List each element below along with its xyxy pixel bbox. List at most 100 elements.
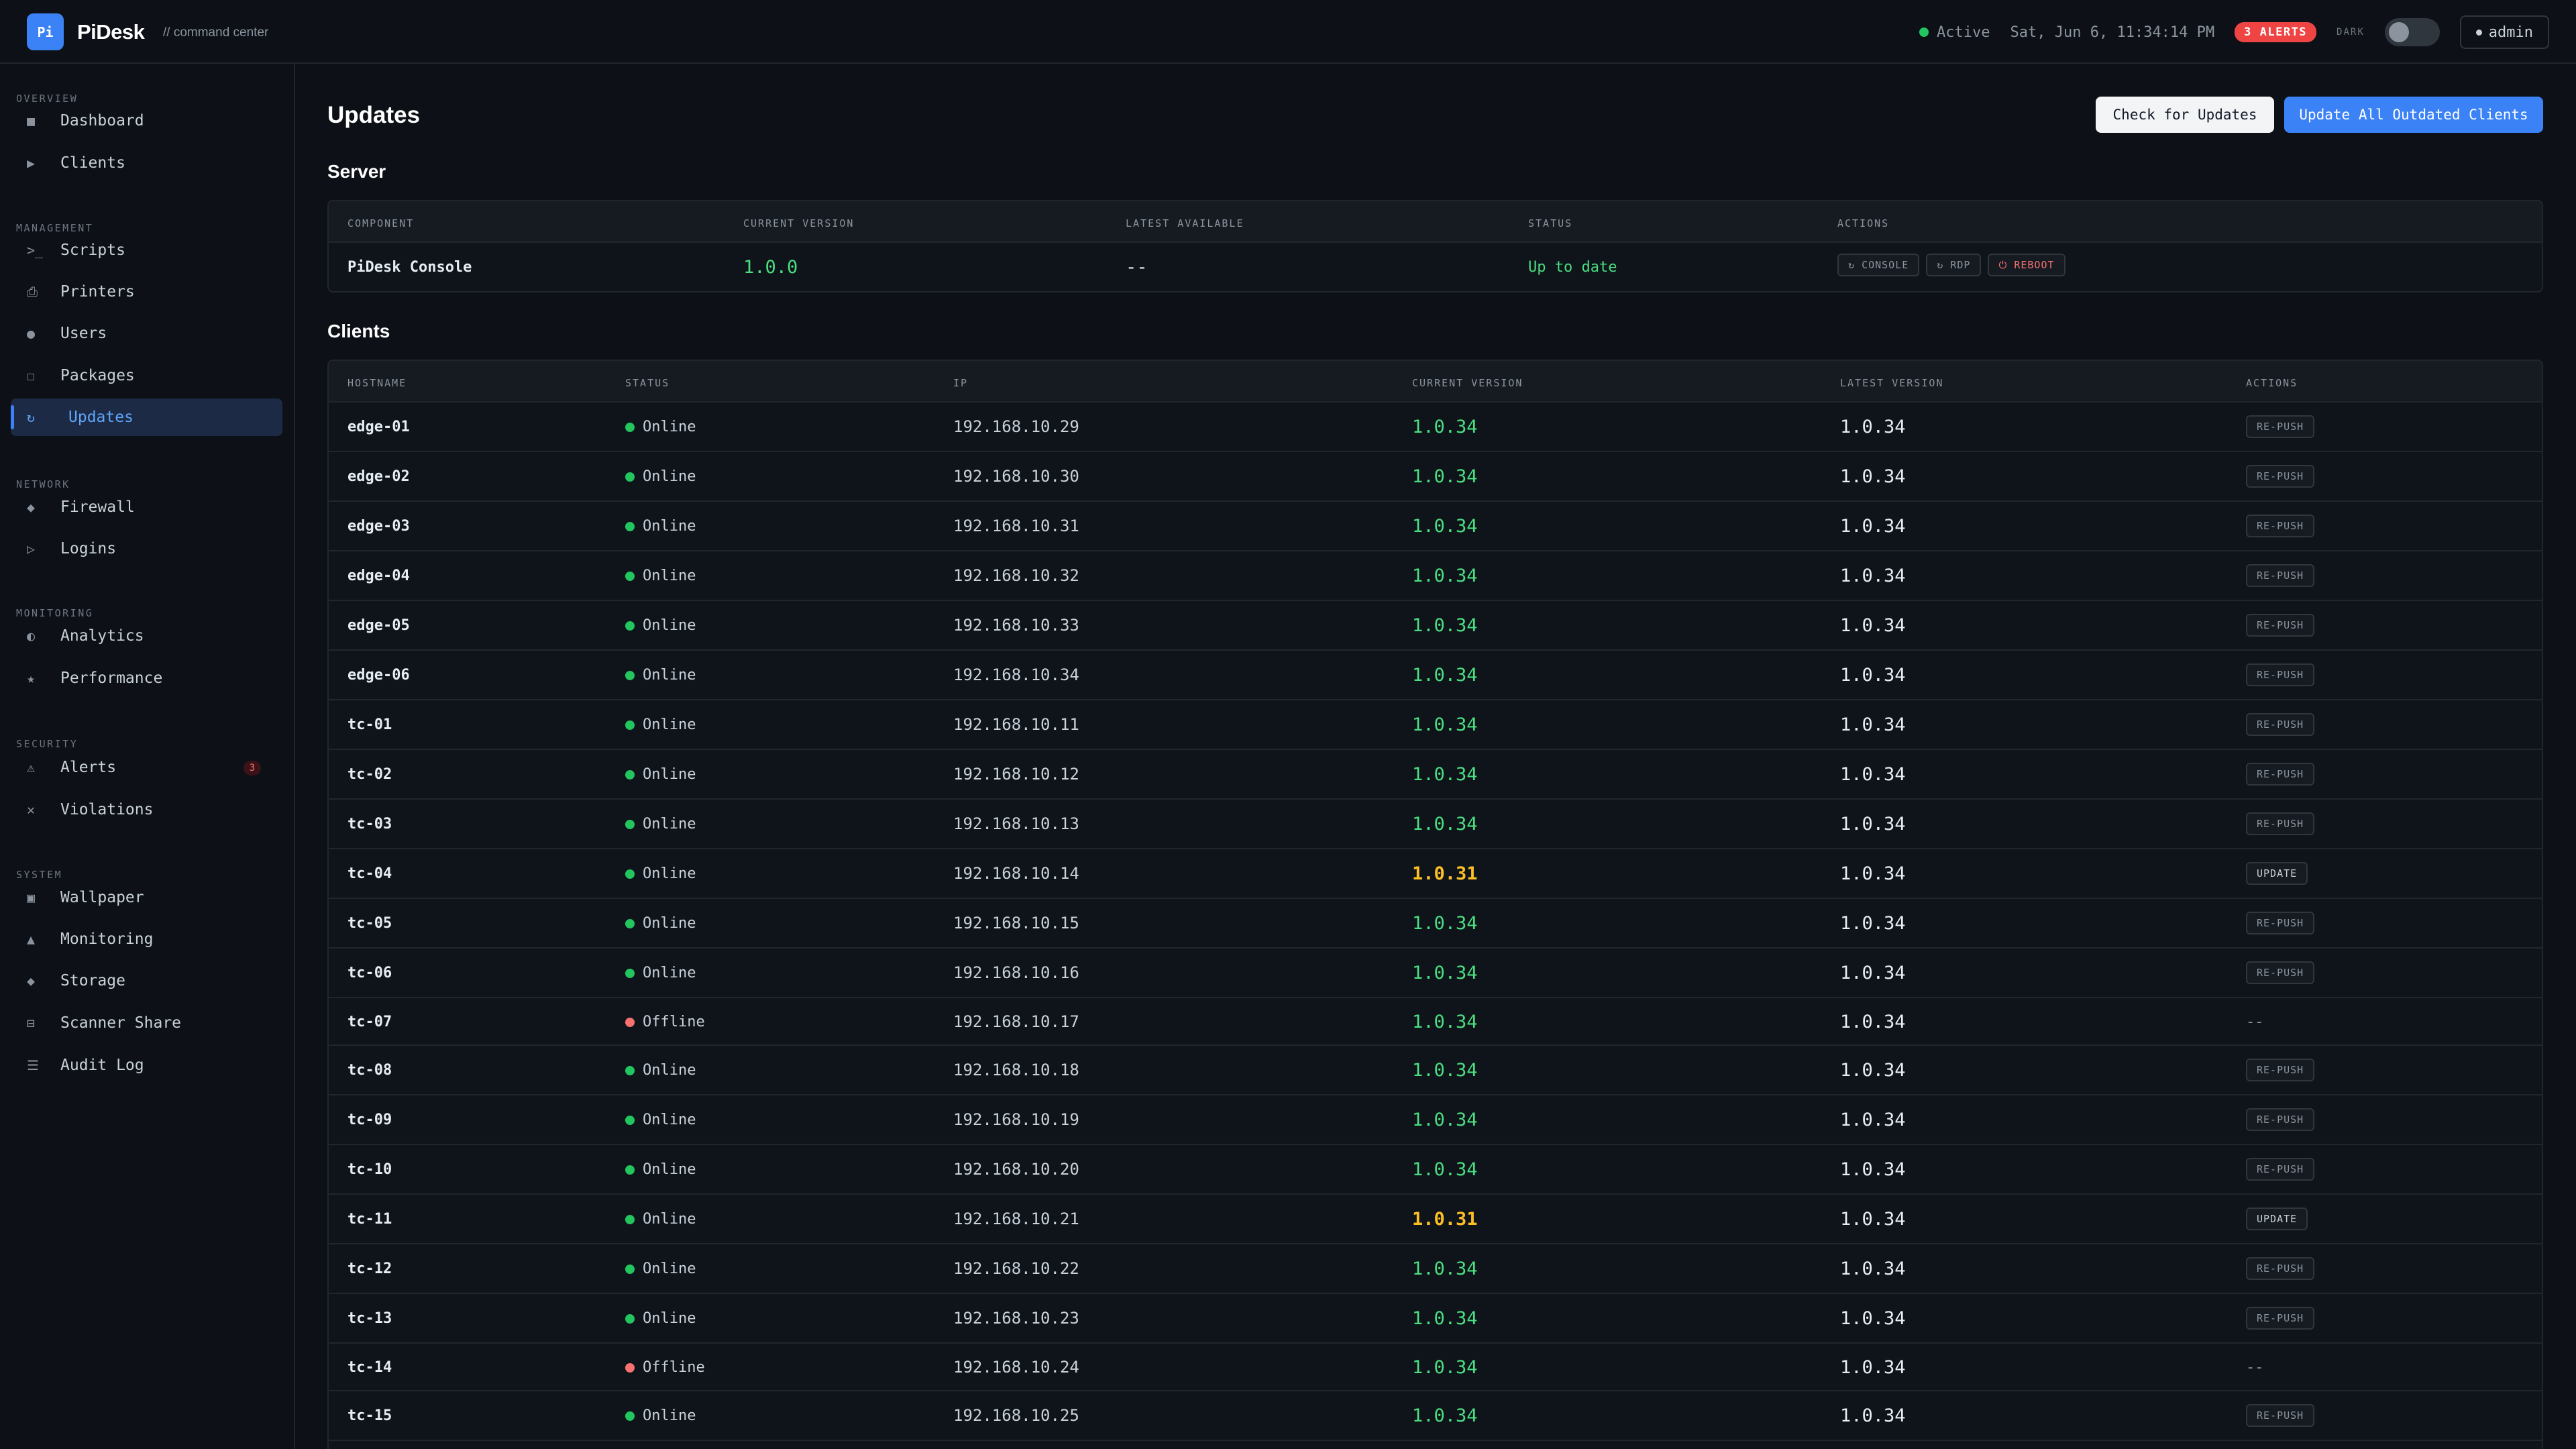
sidebar-item-clients[interactable]: ▶ Clients [11, 144, 282, 182]
status-text: Online [643, 816, 696, 833]
sidebar-item-scanner-share[interactable]: ⊟ Scanner Share [11, 1004, 282, 1042]
re-push-button[interactable]: RE-PUSH [2246, 912, 2315, 934]
sidebar-item-label: Printers [60, 283, 135, 301]
re-push-button[interactable]: RE-PUSH [2246, 614, 2315, 637]
sidebar-item-wallpaper[interactable]: ▣ Wallpaper [11, 879, 282, 916]
sidebar-item-label: Firewall [60, 498, 135, 516]
ip-address: 192.168.10.34 [953, 665, 1079, 684]
sidebar-item-monitoring[interactable]: ▲ Monitoring [11, 920, 282, 958]
update-button[interactable]: UPDATE [2246, 1208, 2308, 1230]
sidebar-item-dashboard[interactable]: ■ Dashboard [11, 102, 282, 140]
hostname: tc-01 [347, 716, 392, 733]
sidebar-item-label: Performance [60, 669, 163, 687]
sidebar-item-analytics[interactable]: ◐ Analytics [11, 617, 282, 655]
re-push-button[interactable]: RE-PUSH [2246, 1257, 2315, 1280]
offline-dot-icon [625, 1362, 635, 1373]
online-dot-icon [625, 472, 635, 482]
current-version: 1.0.34 [1412, 516, 1478, 537]
sidebar-item-packages[interactable]: ☐ Packages [11, 357, 282, 394]
status-text: Online [643, 1062, 696, 1079]
status-indicator: Active [1919, 24, 1990, 41]
sidebar-item-updates[interactable]: ↻ Updates [11, 398, 282, 436]
re-push-button[interactable]: RE-PUSH [2246, 465, 2315, 488]
ip-address: 192.168.10.32 [953, 566, 1079, 585]
online-dot-icon [625, 720, 635, 730]
sidebar-item-label: Monitoring [60, 930, 154, 948]
sidebar-item-label: Audit Log [60, 1057, 144, 1074]
online-dot-icon [625, 1065, 635, 1075]
sidebar-item-scripts[interactable]: >_ Scripts [11, 231, 282, 269]
table-row: tc-15 Online 192.168.10.25 1.0.34 1.0.34 RE-P… [329, 1391, 2542, 1441]
latest-version: 1.0.34 [1840, 1060, 1906, 1081]
server-actions: ↻ CONSOLE ↻ RDP ⏻ REBOOT [1837, 254, 2065, 276]
server-table: COMPONENT CURRENT VERSION LATEST AVAILABLE… [327, 200, 2543, 292]
current-version: 1.0.34 [1412, 714, 1478, 735]
table-row: edge-03 Online 192.168.10.31 1.0.34 1.0.34 RE… [329, 502, 2542, 551]
client-status: Online [625, 1211, 696, 1228]
re-push-button[interactable]: RE-PUSH [2246, 812, 2315, 835]
latest-version: 1.0.34 [1840, 1308, 1906, 1329]
sidebar-item-printers[interactable]: ⎙ Printers [11, 273, 282, 311]
re-push-button[interactable]: RE-PUSH [2246, 713, 2315, 736]
ip-address: 192.168.10.33 [953, 616, 1079, 635]
sidebar-item-violations[interactable]: ✕ Violations [11, 791, 282, 828]
re-push-button[interactable]: RE-PUSH [2246, 1108, 2315, 1131]
current-version: 1.0.34 [1412, 963, 1478, 983]
re-push-button[interactable]: RE-PUSH [2246, 1404, 2315, 1427]
sidebar-item-label: Storage [60, 972, 125, 989]
scanner-icon: ⊟ [27, 1015, 36, 1031]
app-subtitle: // command center [163, 25, 269, 40]
re-push-button[interactable]: RE-PUSH [2246, 1307, 2315, 1330]
column-header: ACTIONS [2246, 377, 2298, 389]
re-push-button[interactable]: RE-PUSH [2246, 564, 2315, 587]
package-icon: ☐ [27, 368, 36, 384]
latest-version: 1.0.34 [1840, 665, 1906, 686]
hostname: tc-09 [347, 1112, 392, 1128]
sidebar-item-storage[interactable]: ◆ Storage [11, 962, 282, 1000]
ip-address: 192.168.10.29 [953, 417, 1079, 436]
hostname: edge-05 [347, 617, 410, 634]
re-push-button[interactable]: RE-PUSH [2246, 1059, 2315, 1081]
sidebar-item-firewall[interactable]: ◆ Firewall [11, 488, 282, 526]
client-status: Online [625, 865, 696, 882]
online-dot-icon [625, 968, 635, 978]
update-all-button[interactable]: Update All Outdated Clients [2284, 97, 2543, 133]
hostname: tc-07 [347, 1014, 392, 1030]
check-for-updates-button[interactable]: Check for Updates [2096, 97, 2274, 133]
re-push-button[interactable]: RE-PUSH [2246, 961, 2315, 984]
client-status: Online [625, 1112, 696, 1128]
re-push-button[interactable]: RE-PUSH [2246, 415, 2315, 438]
sidebar-item-users[interactable]: ● Users [11, 315, 282, 352]
update-button[interactable]: UPDATE [2246, 862, 2308, 885]
alerts-badge[interactable]: 3 ALERTS [2235, 22, 2317, 42]
theme-toggle[interactable] [2384, 18, 2440, 46]
app-logo[interactable]: Pi [27, 13, 64, 50]
sidebar-item-logins[interactable]: ▷ Logins [11, 530, 282, 568]
re-push-button[interactable]: RE-PUSH [2246, 763, 2315, 786]
hostname: tc-04 [347, 865, 392, 882]
re-push-button[interactable]: RE-PUSH [2246, 515, 2315, 537]
table-row: tc-13 Online 192.168.10.23 1.0.34 1.0.34 RE-P… [329, 1294, 2542, 1344]
re-push-button[interactable]: RE-PUSH [2246, 663, 2315, 686]
refresh-icon: ↻ [1848, 259, 1856, 271]
client-status: Online [625, 716, 696, 733]
re-push-button[interactable]: RE-PUSH [2246, 1158, 2315, 1181]
sidebar-item-alerts[interactable]: ⚠ Alerts 3 [11, 749, 282, 786]
sidebar-item-label: Violations [60, 801, 154, 818]
sidebar-item-performance[interactable]: ★ Performance [11, 659, 282, 697]
clients-table: HOSTNAME STATUS IP CURRENT VERSION LATEST VE… [327, 360, 2543, 1449]
online-dot-icon [625, 869, 635, 879]
rdp-button[interactable]: ↻ RDP [1926, 254, 1982, 276]
ip-address: 192.168.10.17 [953, 1012, 1079, 1031]
online-dot-icon [625, 1115, 635, 1125]
table-row: tc-11 Online 192.168.10.21 1.0.31 1.0.34 UPDA… [329, 1195, 2542, 1244]
warning-icon: ⚠ [27, 759, 36, 775]
page-title: Updates [327, 102, 421, 128]
user-menu-button[interactable]: admin [2459, 15, 2549, 49]
storage-icon: ◆ [27, 973, 36, 989]
sidebar-item-audit-log[interactable]: ☰ Audit Log [11, 1046, 282, 1084]
ip-address: 192.168.10.12 [953, 765, 1079, 784]
console-button[interactable]: ↻ CONSOLE [1837, 254, 1920, 276]
client-status: Online [625, 468, 696, 485]
reboot-button[interactable]: ⏻ REBOOT [1988, 254, 2065, 276]
